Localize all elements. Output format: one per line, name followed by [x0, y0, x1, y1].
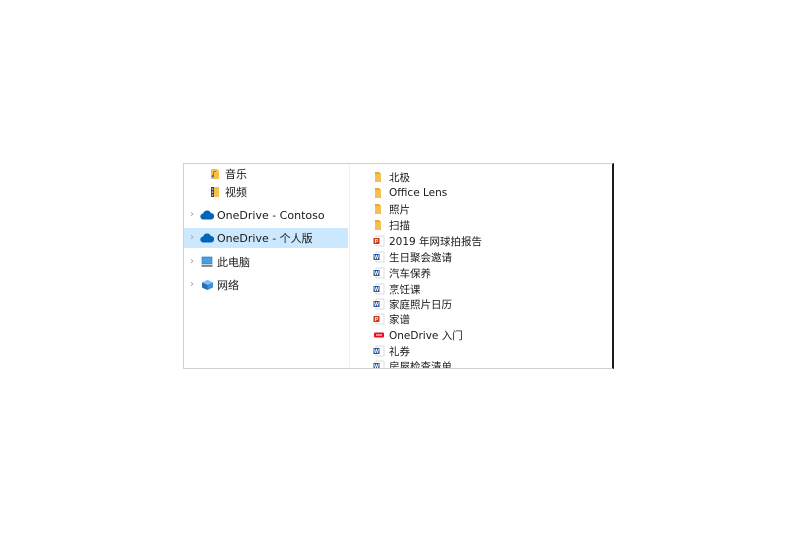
file-name: 2019 年网球拍报告: [389, 235, 483, 248]
file-name: 汽车保养: [389, 267, 431, 280]
powerpoint-file-icon: P: [373, 313, 385, 325]
word-file-icon: W: [373, 267, 385, 279]
chevron-right-icon[interactable]: ›: [188, 257, 196, 267]
this-pc-icon: [200, 255, 214, 269]
nav-item-music[interactable]: 音乐: [184, 164, 348, 184]
list-item[interactable]: P 2019 年网球拍报告: [350, 233, 612, 249]
nav-item-label: OneDrive - 个人版: [217, 232, 313, 245]
onedrive-cloud-icon: [200, 208, 214, 222]
folder-icon: [373, 203, 385, 215]
word-file-icon: W: [373, 251, 385, 263]
file-explorer-window: 音乐 视频 › OneDrive - Contoso › OneDrive - …: [183, 163, 614, 369]
file-name: 礼券: [389, 345, 410, 358]
file-name: 家谱: [389, 313, 410, 326]
list-item[interactable]: W 礼券: [350, 343, 612, 359]
list-item[interactable]: Office Lens: [350, 185, 612, 201]
file-name: 家庭照片日历: [389, 298, 452, 311]
list-item[interactable]: W 房屋检查清单: [350, 358, 612, 369]
list-item[interactable]: OneDrive 入门: [350, 327, 612, 343]
file-name: 烹饪课: [389, 283, 421, 296]
file-name: 北极: [389, 171, 410, 184]
word-file-icon: W: [373, 298, 385, 310]
nav-item-label: 音乐: [225, 168, 247, 181]
network-icon: [200, 278, 214, 292]
svg-text:W: W: [374, 364, 379, 369]
file-name: Office Lens: [389, 187, 448, 199]
list-item[interactable]: 北极: [350, 169, 612, 185]
nav-item-this-pc[interactable]: › 此电脑: [184, 252, 348, 272]
music-folder-icon: [208, 167, 222, 181]
list-item[interactable]: 扫描: [350, 217, 612, 233]
list-item[interactable]: P 家谱: [350, 311, 612, 327]
file-name: 生日聚会邀请: [389, 251, 452, 264]
navigation-pane: 音乐 视频 › OneDrive - Contoso › OneDrive - …: [184, 164, 349, 368]
onedrive-cloud-icon: [200, 231, 214, 245]
svg-text:W: W: [374, 271, 379, 277]
nav-item-onedrive-personal[interactable]: › OneDrive - 个人版: [184, 228, 348, 248]
word-file-icon: W: [373, 283, 385, 295]
powerpoint-file-icon: P: [373, 235, 385, 247]
list-item[interactable]: 照片: [350, 201, 612, 217]
file-name: 照片: [389, 203, 410, 216]
svg-text:W: W: [374, 349, 379, 355]
folder-icon: [373, 171, 385, 183]
list-item[interactable]: W 汽车保养: [350, 265, 612, 281]
list-item[interactable]: W 烹饪课: [350, 281, 612, 297]
nav-item-onedrive-contoso[interactable]: › OneDrive - Contoso: [184, 205, 348, 225]
nav-item-videos[interactable]: 视频: [184, 182, 348, 202]
chevron-right-icon[interactable]: ›: [188, 233, 196, 243]
svg-text:W: W: [374, 255, 379, 261]
svg-text:W: W: [374, 287, 379, 293]
folder-icon: [373, 187, 385, 199]
nav-item-label: 此电脑: [217, 256, 250, 269]
nav-item-label: 网络: [217, 279, 239, 292]
file-name: OneDrive 入门: [389, 329, 463, 342]
chevron-right-icon[interactable]: ›: [188, 210, 196, 220]
video-folder-icon: [208, 185, 222, 199]
list-item[interactable]: W 家庭照片日历: [350, 296, 612, 312]
word-file-icon: W: [373, 360, 385, 369]
file-name: 扫描: [389, 219, 410, 232]
chevron-right-icon[interactable]: ›: [188, 280, 196, 290]
nav-item-label: OneDrive - Contoso: [217, 208, 325, 222]
file-list: 北极 Office Lens 照片 扫描 P 2019 年网球拍报告 W 生日聚…: [350, 164, 612, 368]
folder-icon: [373, 219, 385, 231]
file-name: 房屋检查清单: [389, 360, 452, 369]
svg-text:W: W: [374, 302, 379, 308]
word-file-icon: W: [373, 345, 385, 357]
pdf-file-icon: [373, 329, 385, 341]
list-item[interactable]: W 生日聚会邀请: [350, 249, 612, 265]
nav-item-network[interactable]: › 网络: [184, 275, 348, 295]
nav-item-label: 视频: [225, 186, 247, 199]
